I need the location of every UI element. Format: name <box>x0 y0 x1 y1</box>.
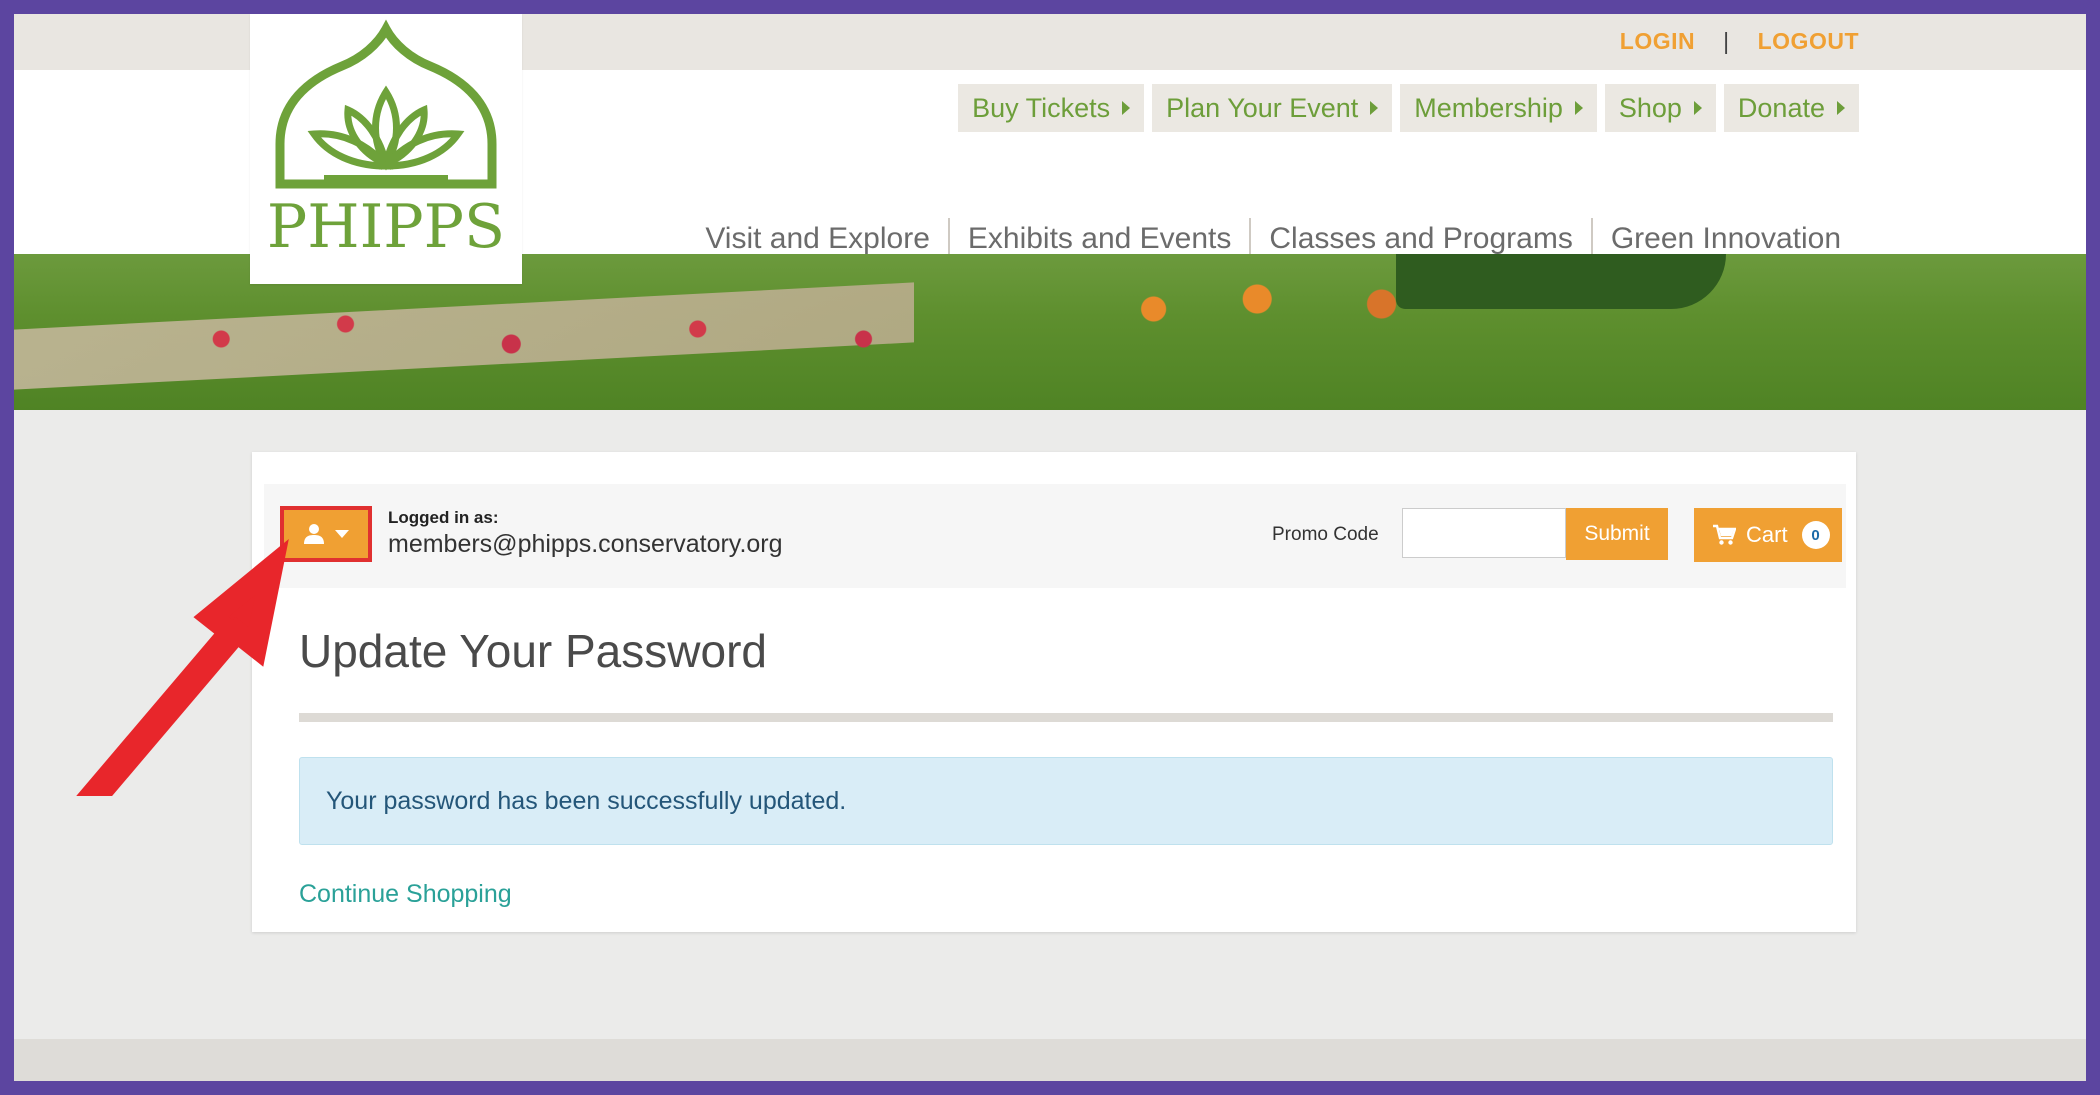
nav-shop-label: Shop <box>1618 92 1682 123</box>
continue-shopping-link[interactable]: Continue Shopping <box>299 880 512 909</box>
promo-code-input[interactable] <box>1402 508 1566 558</box>
shopping-cart-icon <box>1713 524 1736 545</box>
utility-links: LOGIN | LOGOUT <box>1620 28 1859 55</box>
success-alert: Your password has been successfully upda… <box>299 757 1833 845</box>
footer-strip <box>14 1039 2086 1081</box>
nav-visit-and-explore[interactable]: Visit and Explore <box>705 222 930 256</box>
account-bar: Logged in as: members@phipps.conservator… <box>264 484 1846 588</box>
nav-plan-your-event[interactable]: Plan Your Event <box>1152 84 1393 132</box>
page-title: Update Your Password <box>299 625 767 677</box>
nav-membership-label: Membership <box>1414 92 1563 123</box>
chevron-down-icon <box>335 530 349 538</box>
nav-buy-tickets[interactable]: Buy Tickets <box>958 84 1145 132</box>
logged-in-email: members@phipps.conservatory.org <box>388 530 783 558</box>
user-menu-button[interactable] <box>280 506 372 562</box>
content-card: Logged in as: members@phipps.conservator… <box>252 452 1856 932</box>
caret-right-icon <box>1370 101 1379 115</box>
caret-right-icon <box>1122 101 1131 115</box>
title-divider <box>299 713 1833 722</box>
logged-in-label: Logged in as: <box>388 508 499 527</box>
logout-link[interactable]: LOGOUT <box>1758 28 1859 55</box>
browser-viewport: LOGIN | LOGOUT Buy Tickets Plan Your Eve… <box>14 14 2086 1081</box>
lotus-dome-icon <box>275 19 497 189</box>
success-alert-message: Your password has been successfully upda… <box>326 786 847 815</box>
nav-shop[interactable]: Shop <box>1604 84 1716 132</box>
primary-nav: Buy Tickets Plan Your Event Membership S… <box>958 84 1859 132</box>
banner-hedge <box>1396 254 1726 309</box>
nav-classes-and-programs[interactable]: Classes and Programs <box>1269 222 1572 256</box>
nav-membership[interactable]: Membership <box>1400 84 1597 132</box>
nav-buy-tickets-label: Buy Tickets <box>972 92 1111 123</box>
nav-donate-label: Donate <box>1737 92 1825 123</box>
login-link[interactable]: LOGIN <box>1620 28 1695 55</box>
cart-count-badge: 0 <box>1801 521 1830 549</box>
banner-flowers <box>14 269 2086 369</box>
nav-exhibits-and-events[interactable]: Exhibits and Events <box>968 222 1231 256</box>
nav-donate[interactable]: Donate <box>1723 84 1859 132</box>
cart-button[interactable]: Cart 0 <box>1694 508 1842 562</box>
nav-plan-your-event-label: Plan Your Event <box>1166 92 1359 123</box>
caret-right-icon <box>1837 101 1845 115</box>
cart-label: Cart <box>1746 522 1788 547</box>
caret-right-icon <box>1574 101 1583 115</box>
phipps-logo[interactable]: PHIPPS <box>250 14 522 284</box>
utility-separator: | <box>1723 28 1730 54</box>
nav-green-innovation[interactable]: Green Innovation <box>1611 222 1841 256</box>
promo-code-label: Promo Code <box>1272 524 1379 545</box>
promo-submit-button[interactable]: Submit <box>1566 508 1668 560</box>
logo-wordmark: PHIPPS <box>266 192 506 262</box>
user-icon <box>304 524 324 544</box>
caret-right-icon <box>1693 101 1702 115</box>
